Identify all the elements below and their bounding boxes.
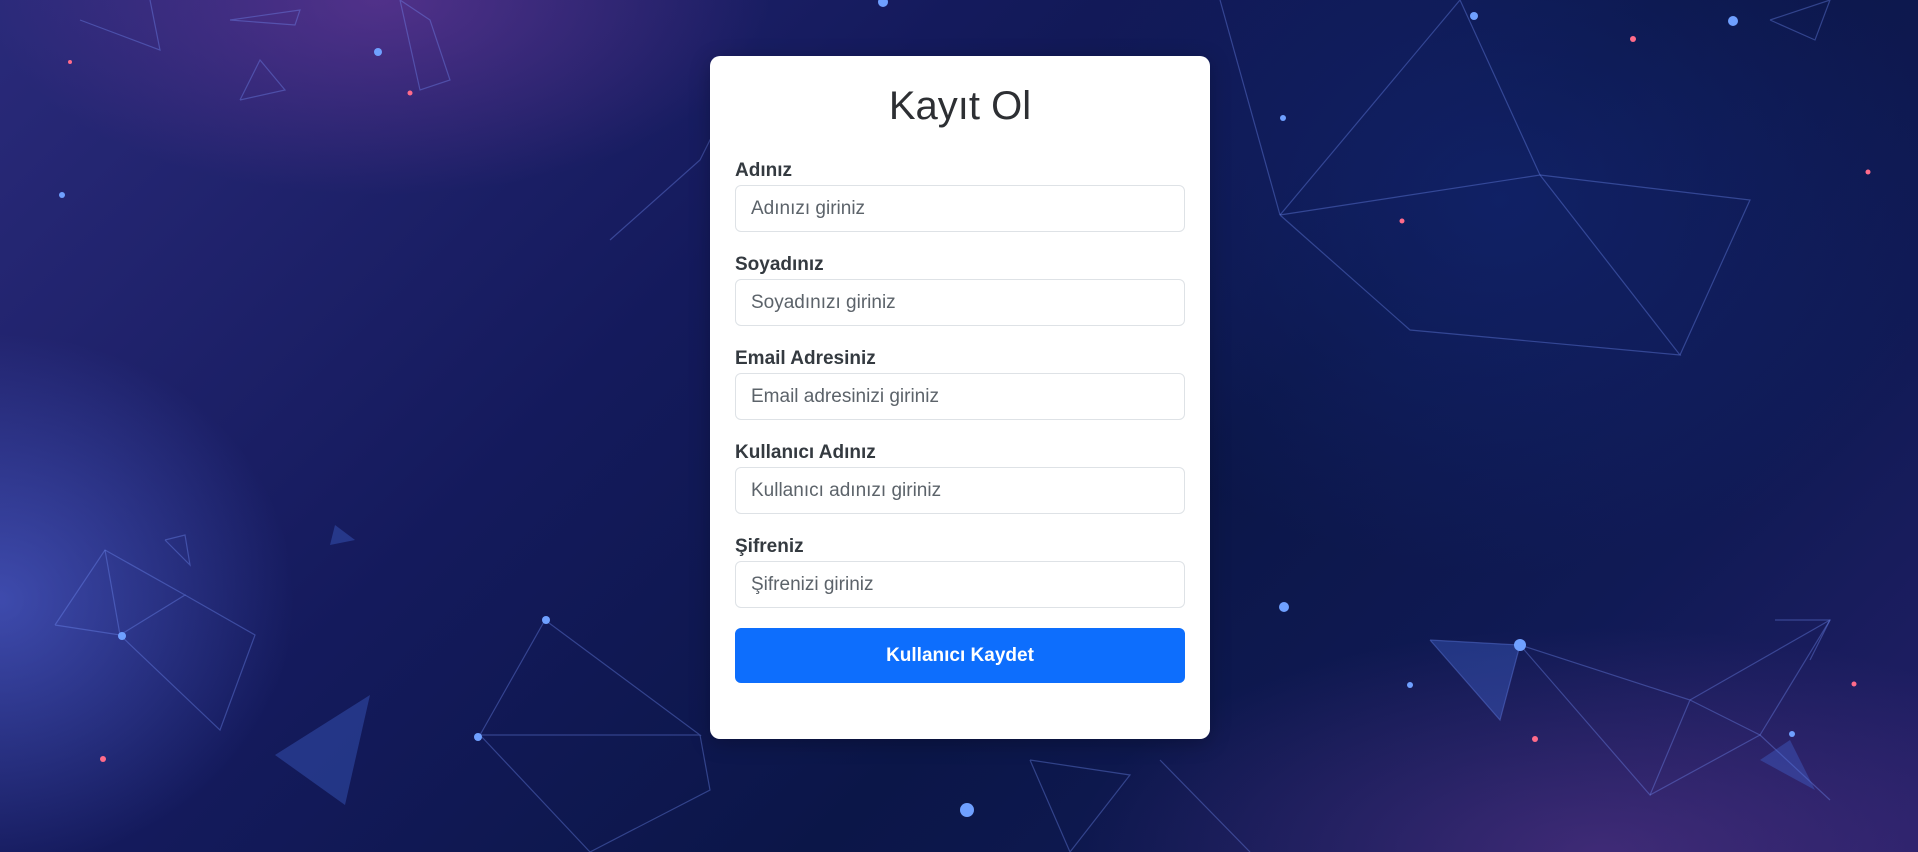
username-label: Kullanıcı Adınız [735,442,876,463]
first-name-group: Adınız [735,160,1185,232]
password-field[interactable] [735,561,1185,608]
last-name-group: Soyadınız [735,254,1185,326]
save-user-button[interactable]: Kullanıcı Kaydet [735,628,1185,683]
password-label: Şifreniz [735,536,804,557]
email-field[interactable] [735,373,1185,420]
page-title: Kayıt Ol [888,84,1032,128]
email-group: Email Adresiniz [735,348,1185,420]
registration-card: Kayıt Ol Adınız Soyadınız Email Adresini… [710,56,1210,739]
username-group: Kullanıcı Adınız [735,442,1185,514]
username-field[interactable] [735,467,1185,514]
first-name-label: Adınız [735,160,792,181]
last-name-field[interactable] [735,279,1185,326]
email-label: Email Adresiniz [735,348,876,369]
first-name-field[interactable] [735,185,1185,232]
password-group: Şifreniz [735,536,1185,608]
last-name-label: Soyadınız [735,254,824,275]
